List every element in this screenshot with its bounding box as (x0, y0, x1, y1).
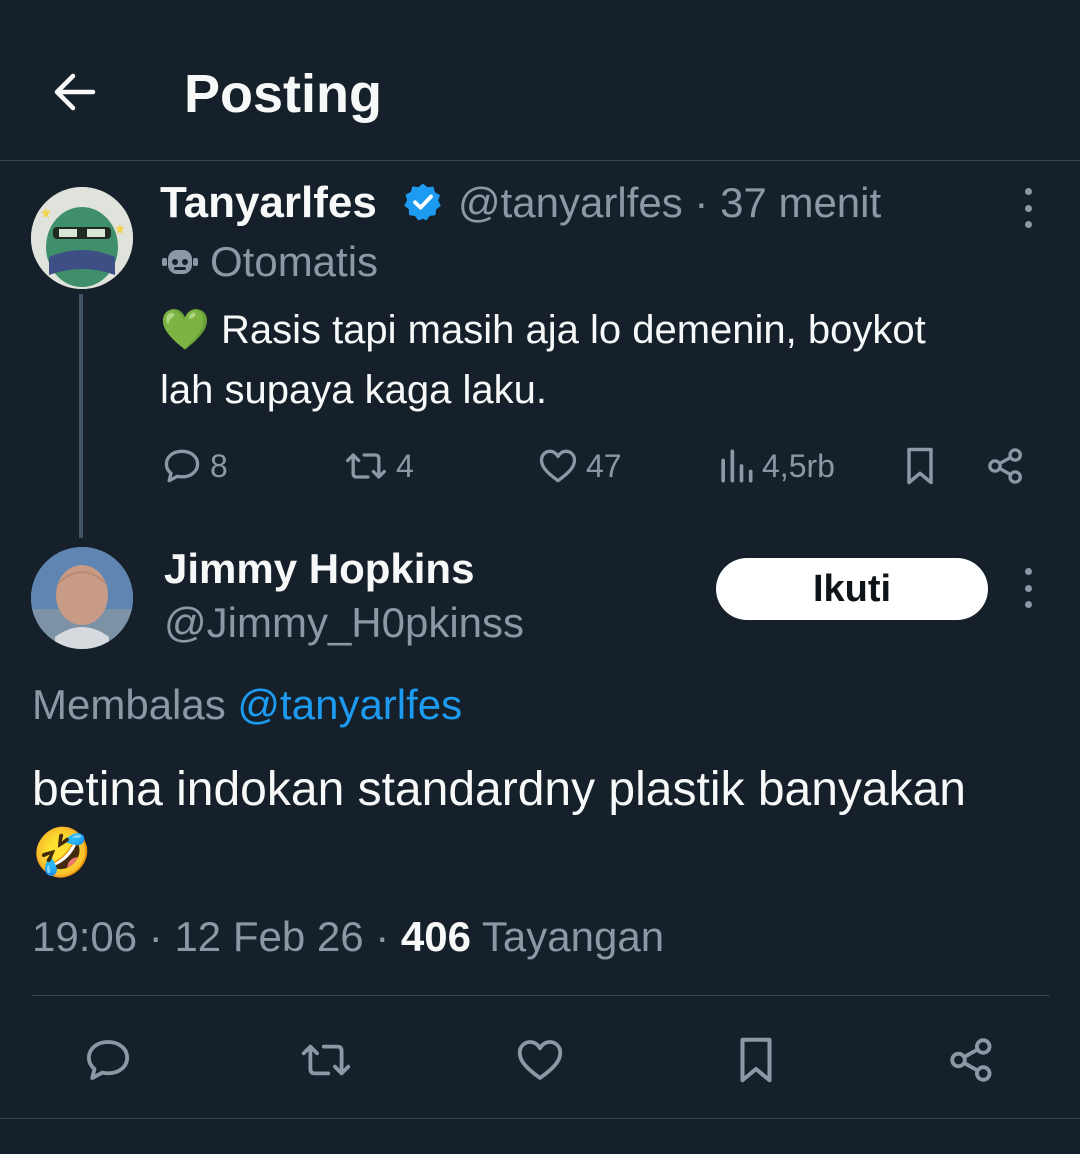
reply-tweet-body: betina indokan standardny plastik banyak… (32, 763, 966, 816)
repost-action[interactable]: 4 (342, 440, 414, 492)
page-title: Posting (184, 64, 382, 124)
reply-tweet-text: betina indokan standardny plastik banyak… (32, 758, 1012, 886)
like-count: 47 (586, 447, 622, 484)
reply-author-handle[interactable]: @Jimmy_H0pkinss (164, 598, 524, 648)
heart-icon (539, 449, 577, 483)
thread-connector-line (79, 294, 83, 538)
parent-tweet-text: 💚 Rasis tapi masih aja lo demenin, boyko… (160, 300, 980, 420)
like-button[interactable] (510, 1030, 570, 1090)
automated-label-text: Otomatis (210, 238, 379, 285)
like-action[interactable]: 47 (536, 440, 622, 492)
actions-top-divider (32, 995, 1050, 996)
parent-author-handle[interactable]: @tanyarlfes (458, 179, 683, 226)
bookmark-button[interactable] (726, 1030, 786, 1090)
share-button[interactable] (942, 1030, 1002, 1090)
actions-bottom-divider (0, 1118, 1080, 1119)
reply-date[interactable]: 12 Feb 26 (174, 913, 363, 960)
parent-author-name[interactable]: Tanyarlfes (160, 176, 377, 230)
bookmark-icon (907, 447, 933, 485)
share-icon (950, 1038, 992, 1082)
reply-time[interactable]: 19:06 (32, 913, 137, 960)
reply-views-label: Tayangan (481, 913, 665, 960)
reply-action[interactable]: 8 (160, 440, 228, 492)
automated-account-label[interactable]: Otomatis (160, 236, 378, 288)
views-action[interactable]: 4,5rb (716, 440, 835, 492)
reply-count: 8 (210, 447, 228, 484)
bookmark-icon (740, 1037, 772, 1083)
reply-button[interactable] (78, 1030, 138, 1090)
views-count: 4,5rb (762, 447, 835, 484)
repost-button[interactable] (296, 1030, 356, 1090)
repost-icon (346, 453, 386, 479)
reply-views-count: 406 (400, 913, 471, 960)
parent-more-options-icon[interactable] (1018, 188, 1038, 228)
bookmark-action[interactable] (898, 440, 942, 492)
reply-author-name[interactable]: Jimmy Hopkins (164, 544, 474, 594)
reply-avatar[interactable] (31, 547, 133, 649)
back-button[interactable] (44, 62, 104, 122)
cartoon-avatar-image (31, 187, 133, 289)
parent-tweet-meta: @tanyarlfes · 37 menit (458, 176, 881, 230)
person-avatar-image (31, 547, 133, 649)
follow-button[interactable]: Ikuti (716, 558, 988, 620)
header-divider (0, 160, 1080, 161)
verified-badge-icon[interactable] (402, 181, 444, 223)
parent-avatar[interactable] (31, 187, 133, 289)
repost-count: 4 (396, 447, 414, 484)
heart-icon (517, 1040, 563, 1080)
reply-tweet-actions (0, 1020, 1080, 1100)
arrow-left-icon (54, 73, 96, 111)
share-icon (988, 448, 1022, 484)
parent-tweet-time[interactable]: 37 menit (720, 179, 881, 226)
meta-separator: · (694, 179, 709, 226)
analytics-icon (721, 449, 753, 483)
reply-icon (86, 1040, 130, 1080)
parent-tweet-body: Rasis tapi masih aja lo demenin, boykot … (160, 308, 926, 412)
repost-icon (301, 1044, 351, 1076)
bot-icon (162, 250, 198, 274)
reply-more-options-icon[interactable] (1018, 568, 1038, 608)
top-bar: Posting (0, 0, 1080, 160)
replying-to-line: Membalas @tanyarlfes (32, 678, 462, 732)
reply-timestamp-line: 19:06 · 12 Feb 26 · 406 Tayangan (32, 913, 665, 960)
share-action[interactable] (984, 440, 1028, 492)
green-heart-emoji: 💚 (160, 308, 210, 352)
reply-icon (164, 449, 200, 483)
replying-prefix: Membalas (32, 681, 226, 728)
laughing-emoji: 🤣 (32, 827, 92, 880)
replying-mention-link[interactable]: @tanyarlfes (237, 681, 462, 728)
